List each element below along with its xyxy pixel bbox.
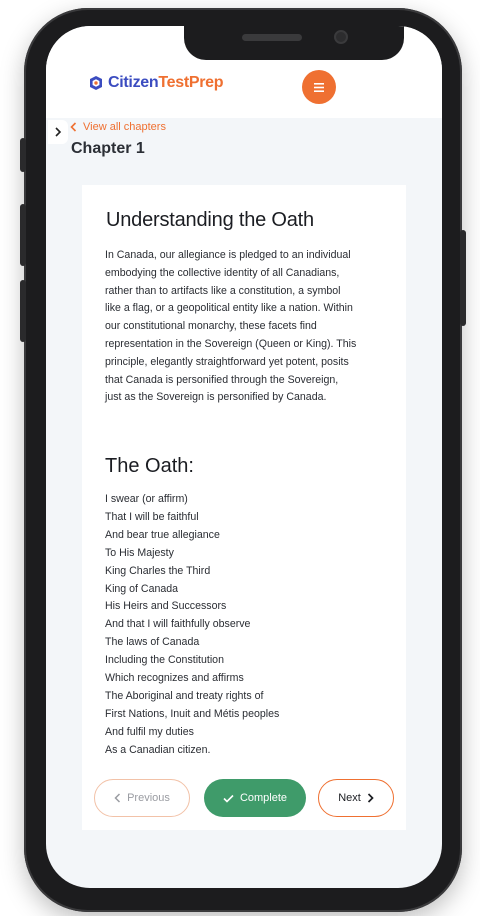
check-icon	[223, 794, 234, 803]
paragraph-line: just as the Sovereign is personified by …	[105, 391, 327, 404]
oath-line: That I will be faithful	[105, 510, 199, 523]
oath-line: King Charles the Third	[105, 564, 211, 577]
shield-logo-icon	[90, 76, 102, 90]
logo-wordmark: CitizenTestPrep	[108, 74, 224, 92]
oath-heading: The Oath:	[105, 455, 194, 477]
phone-screen: CitizenTestPrep View all chapters Chapte…	[46, 26, 442, 888]
chapter-title: Chapter 1	[71, 140, 145, 157]
hamburger-icon	[314, 82, 324, 92]
logo-part-citizen: Citizen	[108, 74, 159, 91]
oath-text: I swear (or affirm) That I will be faithf…	[105, 491, 383, 760]
oath-line: The laws of Canada	[105, 636, 200, 649]
previous-label: Previous	[127, 792, 170, 804]
complete-button[interactable]: Complete	[204, 779, 306, 817]
brand-logo[interactable]: CitizenTestPrep	[88, 74, 224, 92]
oath-line: I swear (or affirm)	[105, 493, 188, 505]
next-button[interactable]: Next	[318, 779, 394, 817]
oath-line: The Aboriginal and treaty rights of	[105, 689, 264, 702]
chevron-right-icon	[55, 127, 62, 137]
chevron-right-icon	[367, 793, 374, 803]
lesson-title: Understanding the Oath	[106, 209, 314, 231]
paragraph-line: representation in the Sovereign (Queen o…	[105, 337, 357, 350]
paragraph-line: that Canada is personified through the S…	[105, 373, 339, 386]
oath-line: His Heirs and Successors	[105, 600, 227, 613]
oath-line: And that I will faithfully observe	[105, 618, 251, 631]
paragraph-line: rather than to artifacts like a constitu…	[105, 284, 341, 297]
lesson-nav-buttons: Previous Complete Next	[82, 779, 406, 819]
sidebar-toggle[interactable]	[48, 120, 68, 144]
next-label: Next	[338, 792, 361, 804]
complete-label: Complete	[239, 792, 288, 804]
speaker-grille	[242, 34, 302, 41]
phone-volume-down	[20, 280, 26, 342]
previous-button[interactable]: Previous	[94, 779, 190, 817]
chevron-left-icon	[70, 122, 77, 132]
menu-button[interactable]	[302, 70, 336, 104]
paragraph-line: like a flag, or a geopolitical entity li…	[105, 302, 353, 315]
phone-volume-up	[20, 204, 26, 266]
oath-line: To His Majesty	[105, 546, 174, 559]
oath-line: As a Canadian citizen.	[105, 743, 211, 756]
logo-part-testprep: TestPrep	[158, 74, 224, 91]
phone-power-button	[460, 230, 466, 326]
paragraph-line: embodying the collective identity of all…	[105, 266, 340, 279]
phone-side-button	[20, 138, 26, 172]
oath-line: And bear true allegiance	[105, 528, 220, 541]
lesson-paragraph: In Canada, our allegiance is pledged to …	[105, 247, 383, 407]
oath-line: King of Canada	[105, 582, 179, 595]
oath-line: Including the Constitution	[105, 654, 224, 667]
paragraph-line: our constitutional monarchy, these facet…	[105, 320, 317, 333]
chevron-left-icon	[114, 793, 121, 803]
phone-notch	[184, 26, 404, 60]
paragraph-line: In Canada, our allegiance is pledged to …	[105, 249, 351, 261]
view-all-chapters-label: View all chapters	[83, 121, 166, 133]
oath-line: First Nations, Inuit and Métis peoples	[105, 707, 280, 720]
oath-line: Which recognizes and affirms	[105, 672, 244, 685]
front-camera	[334, 30, 348, 44]
view-all-chapters-link[interactable]: View all chapters	[70, 121, 166, 133]
paragraph-line: principle, elegantly straightforward yet…	[105, 355, 349, 368]
lesson-card: Understanding the Oath In Canada, our al…	[82, 185, 406, 830]
oath-line: And fulfil my duties	[105, 725, 194, 738]
